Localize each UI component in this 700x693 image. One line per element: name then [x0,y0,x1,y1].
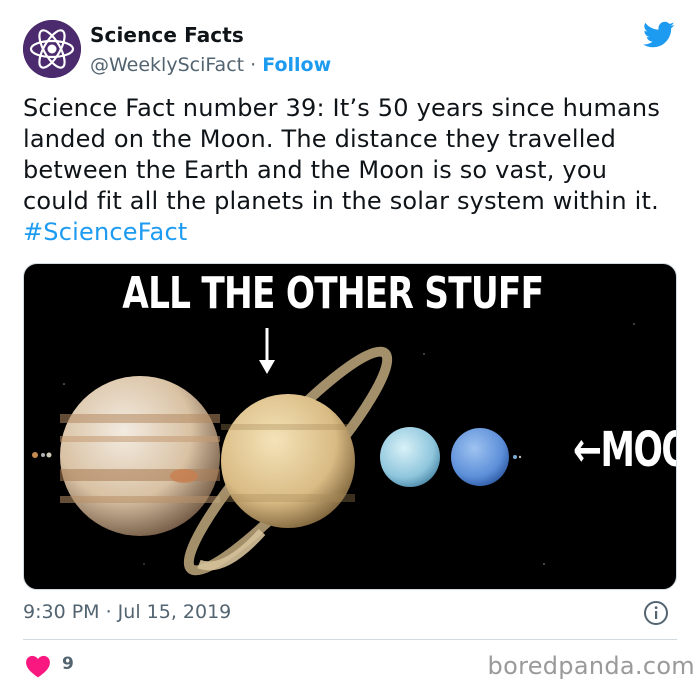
heart-icon[interactable] [25,654,51,678]
media-moon-label: ←MOON [573,422,676,478]
avatar[interactable] [23,20,81,78]
neptune-planet [451,428,509,486]
moon-dot [518,455,522,459]
venus-planet [46,452,52,458]
follow-button[interactable]: Follow [262,54,331,76]
tweet-timestamp[interactable]: 9:30 PM · Jul 15, 2019 [23,601,231,623]
tweet-card: Science Facts @WeeklySciFact · Follow Sc… [0,0,700,693]
uranus-planet [380,427,440,487]
down-arrow-icon [259,328,275,374]
author-handle[interactable]: @WeeklySciFact [90,54,244,76]
handle-separator: · [250,54,257,76]
like-count: 9 [62,654,74,674]
mars-planet [32,452,38,458]
footer-divider [23,639,677,640]
watermark-text: boredpanda.com [487,652,695,680]
jupiter-planet [60,376,220,536]
hashtag-link[interactable]: #ScienceFact [23,218,187,246]
tweet-media-image[interactable]: ALL THE OTHER STUFF ←MOON [23,263,677,590]
author-block: Science Facts @WeeklySciFact · Follow [90,23,331,76]
mercury-planet [41,453,45,457]
tweet-meta: 9:30 PM · Jul 15, 2019 [23,600,677,630]
handle-row: @WeeklySciFact · Follow [90,54,331,76]
atom-avatar-icon [23,20,81,78]
saturn-planet [221,394,355,528]
media-caption-top: ALL THE OTHER STUFF [122,268,544,319]
tweet-body: Science Fact number 39: It’s 50 years si… [23,94,661,215]
info-icon[interactable] [643,600,669,626]
tweet-header: Science Facts @WeeklySciFact · Follow [23,17,683,81]
author-name[interactable]: Science Facts [90,23,331,47]
earth-dot [513,455,517,459]
twitter-bird-icon[interactable] [643,21,675,49]
tweet-text: Science Fact number 39: It’s 50 years si… [23,93,663,248]
tweet-footer: 9 boredpanda.com [23,650,695,686]
